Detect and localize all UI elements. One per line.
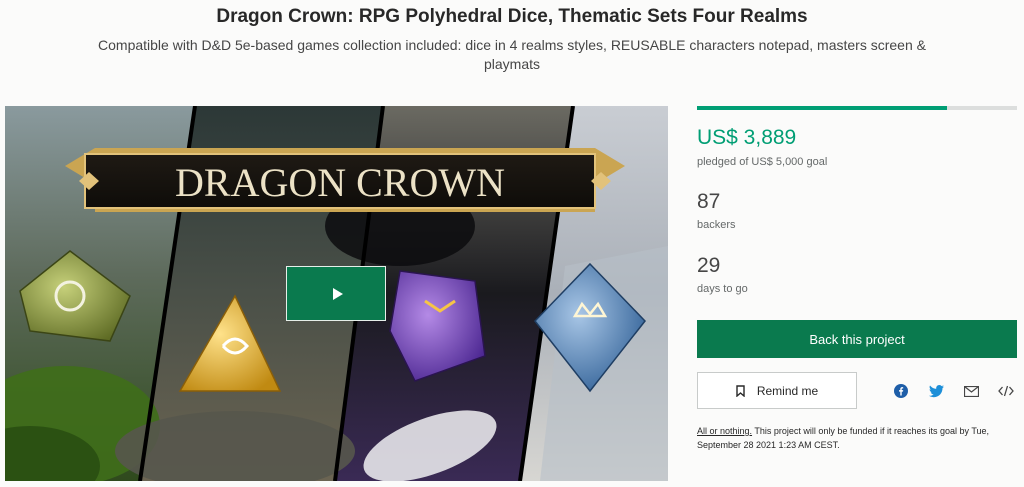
funding-sidebar: US$ 3,889 pledged of US$ 5,000 goal 87 b… — [697, 106, 1017, 486]
pledged-amount: US$ 3,889 — [697, 126, 797, 149]
pledged-goal-label: pledged of US$ 5,000 goal — [697, 156, 828, 168]
remind-me-button[interactable]: Remind me — [697, 372, 857, 409]
project-subtitle: Compatible with D&D 5e-based games colle… — [98, 37, 926, 72]
email-icon[interactable] — [963, 383, 979, 399]
twitter-icon[interactable] — [928, 383, 944, 399]
funding-progress-fill — [697, 106, 947, 110]
embed-icon[interactable] — [998, 383, 1014, 399]
project-title: Dragon Crown: RPG Polyhedral Dice, Thema… — [216, 6, 808, 27]
backers-label: backers — [697, 219, 736, 231]
play-button[interactable] — [286, 266, 386, 321]
facebook-icon[interactable] — [893, 383, 909, 399]
days-to-go-count: 29 — [697, 254, 721, 277]
all-or-nothing-notice: All or nothing. This project will only b… — [697, 424, 1015, 452]
funding-progress-bar — [697, 106, 1017, 110]
remind-me-label: Remind me — [756, 383, 819, 398]
back-project-button[interactable]: Back this project — [697, 320, 1017, 358]
bookmark-icon — [736, 384, 745, 397]
backers-count: 87 — [697, 190, 721, 213]
all-or-nothing-link[interactable]: All or nothing. — [697, 426, 752, 436]
play-icon — [332, 287, 343, 300]
days-to-go-label: days to go — [697, 283, 748, 295]
project-video[interactable]: DRAGON CROWN — [5, 106, 668, 481]
video-banner-text: DRAGON CROWN — [175, 160, 505, 205]
